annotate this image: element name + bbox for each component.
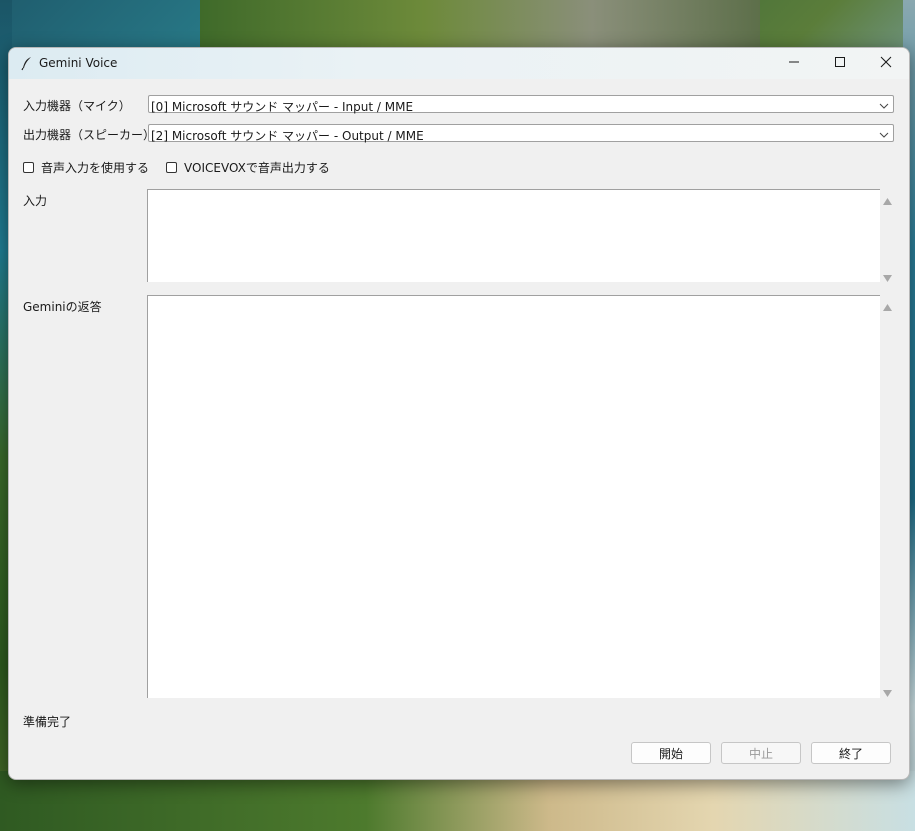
scroll-down-icon[interactable] <box>883 686 892 697</box>
checkbox-box[interactable] <box>23 161 34 173</box>
start-button[interactable]: 開始 <box>631 742 711 764</box>
scroll-up-icon[interactable] <box>883 194 892 205</box>
exit-button[interactable]: 終了 <box>811 742 891 764</box>
minimize-button[interactable] <box>771 48 817 79</box>
window-title: Gemini Voice <box>39 56 118 70</box>
chevron-down-icon <box>879 129 889 139</box>
input-device-select[interactable]: [0] Microsoft サウンド マッパー - Input / MME <box>148 95 894 114</box>
status-text: 準備完了 <box>23 715 72 729</box>
input-device-value: [0] Microsoft サウンド マッパー - Input / MME <box>151 100 414 114</box>
close-button[interactable] <box>863 48 909 79</box>
input-device-label: 入力機器（マイク） <box>23 99 131 113</box>
output-device-label: 出力機器（スピーカー） <box>23 128 156 142</box>
voicevox-output-label: VOICEVOXで音声出力する <box>184 160 330 175</box>
checkbox-box[interactable] <box>166 161 177 173</box>
close-icon <box>880 56 892 71</box>
response-textarea[interactable] <box>147 295 880 698</box>
feather-icon <box>19 55 35 71</box>
input-textarea[interactable] <box>147 189 880 282</box>
chevron-down-icon <box>879 100 889 110</box>
app-window: Gemini Voice 入力機器（マイク） [0] Microsoft サウン… <box>8 47 910 780</box>
scroll-down-icon[interactable] <box>883 271 892 282</box>
input-area-label: 入力 <box>23 194 48 208</box>
voicevox-output-checkbox[interactable]: VOICEVOXで音声出力する <box>166 159 330 175</box>
input-scrollbar[interactable] <box>880 189 895 282</box>
desktop-wallpaper-bottom <box>0 771 915 831</box>
response-scrollbar[interactable] <box>880 295 895 698</box>
response-area-label: Geminiの返答 <box>23 300 102 314</box>
output-device-select[interactable]: [2] Microsoft サウンド マッパー - Output / MME <box>148 124 894 143</box>
maximize-icon <box>834 56 846 71</box>
minimize-icon <box>788 56 800 71</box>
use-voice-input-label: 音声入力を使用する <box>41 160 150 175</box>
stop-button[interactable]: 中止 <box>721 742 801 764</box>
title-bar[interactable]: Gemini Voice <box>9 48 909 79</box>
scroll-up-icon[interactable] <box>883 300 892 311</box>
maximize-button[interactable] <box>817 48 863 79</box>
use-voice-input-checkbox[interactable]: 音声入力を使用する <box>23 159 149 175</box>
output-device-value: [2] Microsoft サウンド マッパー - Output / MME <box>151 129 424 143</box>
